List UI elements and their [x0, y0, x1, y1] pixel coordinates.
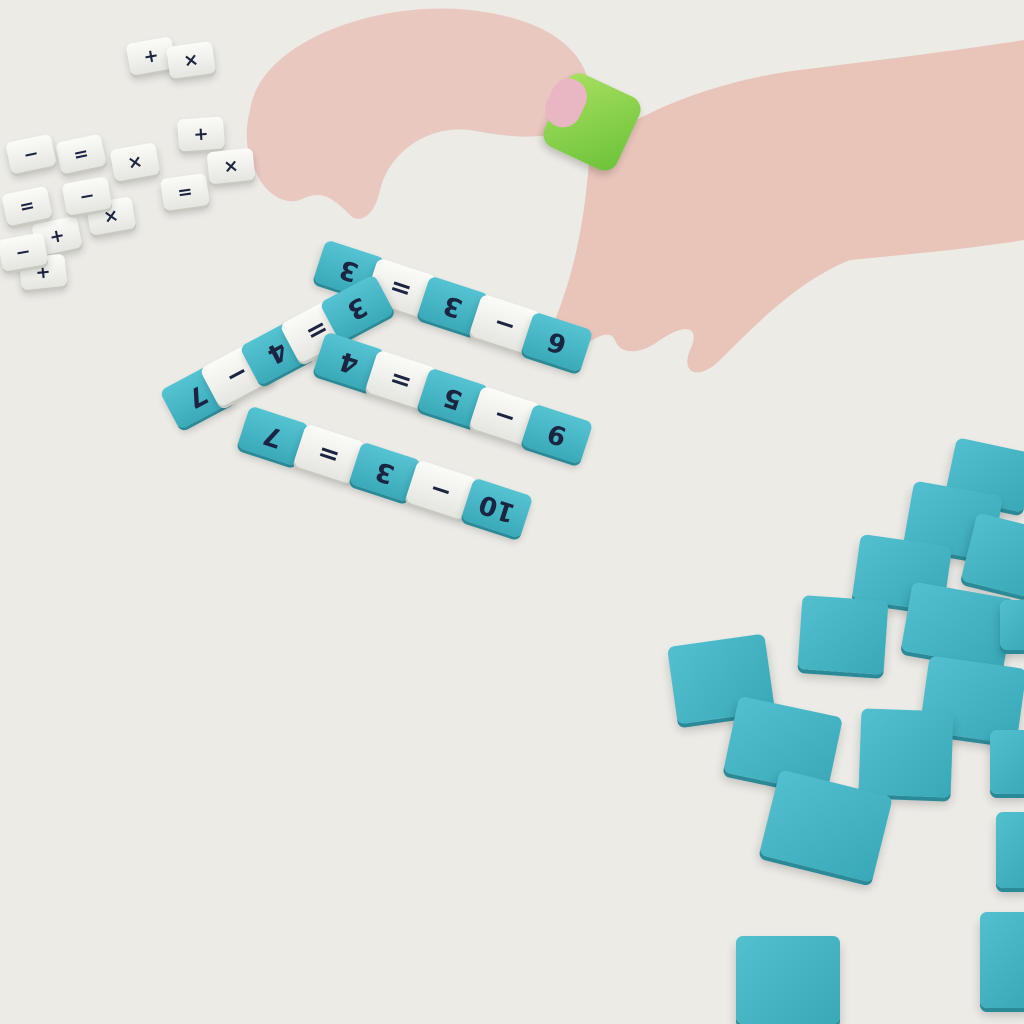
blank-tile — [1000, 600, 1024, 650]
tile-symbol: × — [125, 150, 145, 174]
loose-operator-tile[interactable]: × — [165, 40, 217, 80]
tile-symbol: + — [192, 122, 210, 146]
loose-operator-tile[interactable]: + — [176, 116, 226, 152]
tile-symbol: 9 — [543, 416, 571, 452]
photo-scene: 3 = 3−6 7−4 = 3 4 = 5−9 7 = 3−10 + × = + × = × − + × − = + − — [0, 0, 1024, 1024]
tile-symbol: − — [425, 472, 456, 508]
loose-operator-tile[interactable]: × — [206, 147, 256, 185]
tile-symbol: × — [182, 48, 200, 72]
tile-symbol: = — [71, 142, 91, 166]
tile-symbol: 5 — [439, 380, 467, 416]
tile-symbol: = — [385, 270, 416, 306]
tile-symbol: 6 — [543, 324, 571, 360]
tile-symbol: − — [77, 184, 97, 208]
tile-symbol: − — [13, 240, 33, 264]
tile-symbol: = — [385, 362, 416, 398]
tile-symbol: 3 — [341, 290, 373, 326]
tile-symbol: = — [313, 436, 344, 472]
tile-symbol: 10 — [475, 488, 519, 528]
tile-symbol: − — [21, 142, 41, 166]
tile-symbol: = — [17, 194, 37, 218]
tile-symbol: + — [141, 44, 161, 68]
tile-symbol: 4 — [335, 344, 363, 380]
blank-tile — [858, 708, 954, 798]
loose-operator-tile[interactable]: = — [159, 172, 211, 212]
blank-tile — [736, 936, 840, 1024]
tile-symbol: + — [47, 224, 67, 248]
tile-symbol: 3 — [439, 288, 467, 324]
blank-tile — [996, 812, 1024, 888]
blank-tile — [980, 912, 1024, 1008]
tile-symbol: − — [489, 306, 520, 342]
blank-tile — [797, 595, 889, 675]
tile-symbol: 7 — [259, 418, 287, 454]
blank-tile — [990, 730, 1024, 794]
tile-symbol: × — [222, 154, 240, 178]
tile-symbol: = — [176, 180, 194, 204]
tile-symbol: − — [489, 398, 520, 434]
tile-symbol: 3 — [371, 454, 399, 490]
